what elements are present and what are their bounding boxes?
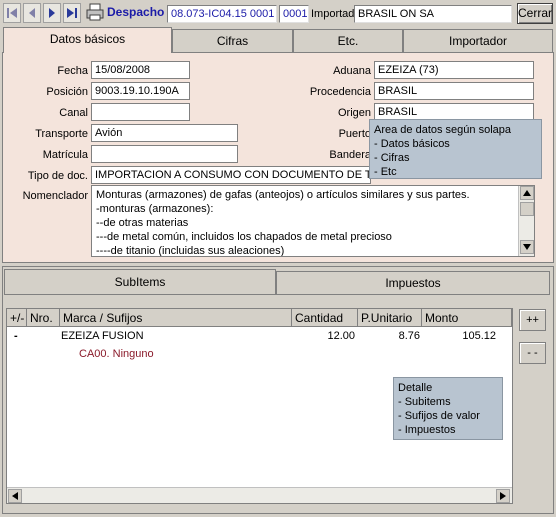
tooltip-line: - Etc (374, 166, 397, 178)
row-unitario: 8.76 (398, 330, 420, 342)
row-cantidad: 12.00 (327, 330, 355, 342)
tab-impuestos[interactable]: Impuestos (276, 271, 550, 295)
transporte-field[interactable]: Avión (91, 124, 238, 142)
expand-all-button[interactable]: ++ (519, 309, 546, 331)
tooltip-line: - Datos básicos (374, 138, 450, 150)
first-record-button[interactable] (3, 3, 21, 23)
nomenclador-scrollbar[interactable] (518, 186, 534, 256)
nomenclador-line: ---de metal común, incluidos los chapado… (96, 231, 392, 243)
posicion-label: Posición (46, 86, 88, 98)
tooltip-line: - Impuestos (398, 424, 456, 436)
col-header-marca[interactable]: Marca / Sufijos (60, 309, 292, 327)
row-marca: EZEIZA FUSION (61, 330, 144, 342)
last-icon (67, 8, 77, 18)
tooltip-line: Area de datos según solapa (374, 124, 511, 136)
next-record-button[interactable] (43, 3, 61, 23)
scroll-thumb[interactable] (520, 202, 534, 216)
col-header-nro[interactable]: Nro. (27, 309, 60, 327)
col-header-unitario[interactable]: P.Unitario (358, 309, 422, 327)
matricula-field[interactable] (91, 145, 238, 163)
col-header-monto[interactable]: Monto (422, 309, 512, 327)
puerto-label: Puerto (338, 128, 371, 140)
arrow-up-icon (523, 190, 531, 196)
last-record-button[interactable] (63, 3, 81, 23)
col-header-toggle[interactable]: +/- (7, 309, 27, 327)
row-toggle[interactable]: - (14, 330, 18, 342)
arrow-down-icon (523, 244, 531, 250)
nomenclador-line: Monturas (armazones) de gafas (anteojos)… (96, 189, 470, 201)
fecha-field[interactable]: 15/08/2008 (91, 61, 190, 79)
matricula-label: Matrícula (42, 149, 88, 161)
canal-label: Canal (59, 107, 88, 119)
arrow-left-icon (12, 492, 18, 500)
arrow-right-icon (500, 492, 506, 500)
aduana-label: Aduana (333, 65, 371, 77)
nomenclador-line: --de otras materias (96, 217, 189, 229)
bandera-label: Bandera (329, 149, 371, 161)
procedencia-label: Procedencia (309, 86, 371, 98)
nomenclador-textarea[interactable]: Monturas (armazones) de gafas (anteojos)… (91, 185, 535, 257)
importador-field[interactable]: BRASIL ON SA (354, 5, 512, 23)
despacho-code-field[interactable]: 0001 (279, 5, 309, 23)
tooltip-line: - Subitems (398, 396, 451, 408)
previous-icon (29, 8, 35, 18)
importador-label: Importad (311, 8, 355, 20)
tab-etc[interactable]: Etc. (293, 29, 403, 53)
grid-horizontal-scrollbar[interactable] (7, 487, 512, 503)
scroll-down-button[interactable] (520, 240, 534, 254)
previous-record-button[interactable] (23, 3, 41, 23)
scroll-up-button[interactable] (520, 186, 534, 200)
next-icon (49, 8, 55, 18)
origen-label: Origen (337, 107, 371, 119)
tipo-doc-label: Tipo de doc. (27, 170, 88, 182)
transporte-label: Transporte (35, 128, 88, 140)
despacho-label: Despacho (107, 5, 165, 19)
tab-cifras[interactable]: Cifras (172, 29, 293, 53)
fecha-label: Fecha (57, 65, 88, 77)
close-button[interactable]: Cerrar (517, 3, 553, 24)
col-header-cantidad[interactable]: Cantidad (292, 309, 358, 327)
table-row[interactable]: - EZEIZA FUSION 12.00 8.76 105.12 (7, 328, 512, 344)
aduana-field[interactable]: EZEIZA (73) (374, 61, 534, 79)
nomenclador-line: ----de titanio (incluidas sus aleaciones… (96, 245, 285, 257)
print-button[interactable] (85, 2, 105, 23)
tooltip-line: - Cifras (374, 152, 410, 164)
tooltip-line: Detalle (398, 382, 433, 394)
tooltip-detail: Detalle - Subitems - Sufijos de valor - … (393, 377, 503, 440)
nomenclador-label: Nomenclador (22, 190, 88, 202)
posicion-field[interactable]: 9003.19.10.190A (91, 82, 190, 100)
tooltip-line: - Sufijos de valor (398, 410, 480, 422)
scroll-left-button[interactable] (8, 489, 22, 503)
sufijo-row[interactable]: CA00. Ninguno (79, 348, 154, 360)
first-icon (7, 8, 17, 18)
procedencia-field[interactable]: BRASIL (374, 82, 534, 100)
scroll-right-button[interactable] (496, 489, 510, 503)
row-monto: 105.12 (462, 330, 496, 342)
printer-icon (86, 3, 104, 21)
tipo-doc-field[interactable]: IMPORTACION A CONSUMO CON DOCUMENTO DE T… (91, 166, 371, 184)
tab-datos-basicos[interactable]: Datos básicos (3, 27, 172, 53)
tab-subitems[interactable]: SubItems (4, 269, 276, 295)
nomenclador-line: -monturas (armazones): (96, 203, 214, 215)
canal-field[interactable] (91, 103, 190, 121)
collapse-all-button[interactable]: - - (519, 342, 546, 364)
tooltip-data-area: Area de datos según solapa - Datos básic… (369, 119, 542, 179)
tab-importador[interactable]: Importador (403, 29, 553, 53)
despacho-number-field[interactable]: 08.073-IC04.15 0001 (167, 5, 277, 23)
